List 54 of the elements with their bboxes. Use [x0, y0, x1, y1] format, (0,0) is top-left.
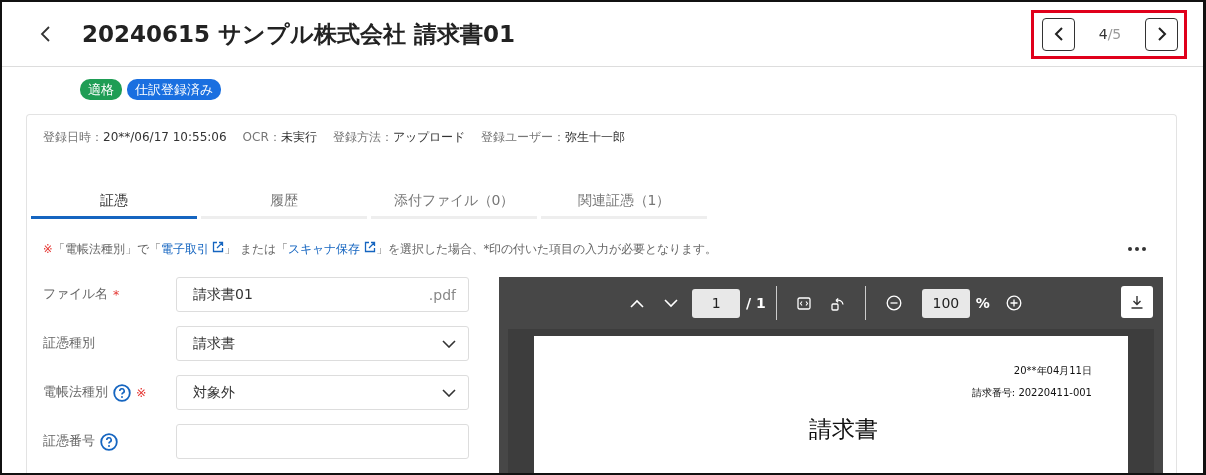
tab[interactable]: 証憑 [31, 185, 197, 219]
download-icon [1130, 295, 1144, 309]
document-title: 請求書 [808, 415, 878, 444]
meta-value: 未実行 [280, 130, 317, 144]
meta-label: 登録ユーザー： [480, 130, 565, 144]
status-badge: 適格 [80, 79, 122, 100]
chevron-up-icon [630, 298, 645, 308]
page-total: / 1 [746, 295, 766, 311]
meta-value: 20**/06/17 10:55:06 [103, 130, 227, 144]
zoom-unit: % [975, 295, 990, 311]
external-link-icon [212, 241, 225, 253]
chevron-down-icon [442, 388, 456, 397]
note-mark: ※ [136, 385, 147, 400]
chevron-left-icon [1053, 27, 1064, 41]
chevron-down-icon [442, 339, 456, 348]
rotate-icon [830, 295, 845, 311]
download-button[interactable] [1121, 286, 1153, 318]
tab[interactable]: 関連証憑（1） [541, 185, 707, 219]
notice-link[interactable]: スキャナ保存 [287, 242, 376, 256]
more-icon [1128, 247, 1146, 251]
chevron-down-icon [664, 298, 679, 308]
zoom-in-icon [1005, 295, 1022, 311]
external-link-icon [363, 241, 376, 253]
field-label: ファイル名 [43, 286, 108, 303]
fit-page-icon [796, 296, 811, 310]
back-chevron-icon [40, 25, 52, 43]
text-field[interactable]: 請求書01 .pdf [176, 277, 469, 312]
select-field[interactable]: 対象外 [176, 375, 469, 410]
document-number: 請求番号: 20220411-001 [971, 386, 1092, 400]
previous-button[interactable] [1042, 17, 1075, 51]
meta-label: 登録方法： [332, 130, 393, 144]
text-field[interactable] [176, 424, 469, 459]
notice-text: ※「電帳法種別」で「電子取引 」 または「スキャナ保存 」を選択した場合、*印の付いた項目の入力が必要となります。 [43, 241, 718, 257]
tab[interactable]: 添付ファイル（0） [371, 185, 537, 219]
status-badge: 仕訳登録済み [127, 79, 221, 100]
page-number-field[interactable]: 1 [692, 288, 741, 318]
tab[interactable]: 履歴 [201, 185, 367, 219]
meta-value: アップロード [392, 130, 465, 144]
field-label: 証憑種別 [43, 335, 95, 352]
zoom-field[interactable]: 100 [921, 288, 970, 318]
meta-value: 弥生十一郎 [564, 130, 625, 144]
next-button[interactable] [1145, 17, 1178, 51]
field-label: 証憑番号 [43, 433, 95, 450]
meta-label: 登録日時： [43, 130, 103, 144]
select-field[interactable]: 請求書 [176, 326, 469, 361]
notice-link[interactable]: 電子取引 [160, 242, 225, 256]
meta-label: OCR： [242, 130, 281, 144]
field-label: 電帳法種別 [43, 384, 108, 401]
page-title: 20240615 サンプル株式会社 請求書01 [82, 19, 517, 49]
page-counter: 4/5 [1097, 26, 1123, 42]
zoom-out-icon [885, 295, 902, 311]
required-mark: * [113, 287, 120, 302]
chevron-right-icon [1156, 27, 1167, 41]
document-date: 20**年04月11日 [1013, 364, 1092, 378]
